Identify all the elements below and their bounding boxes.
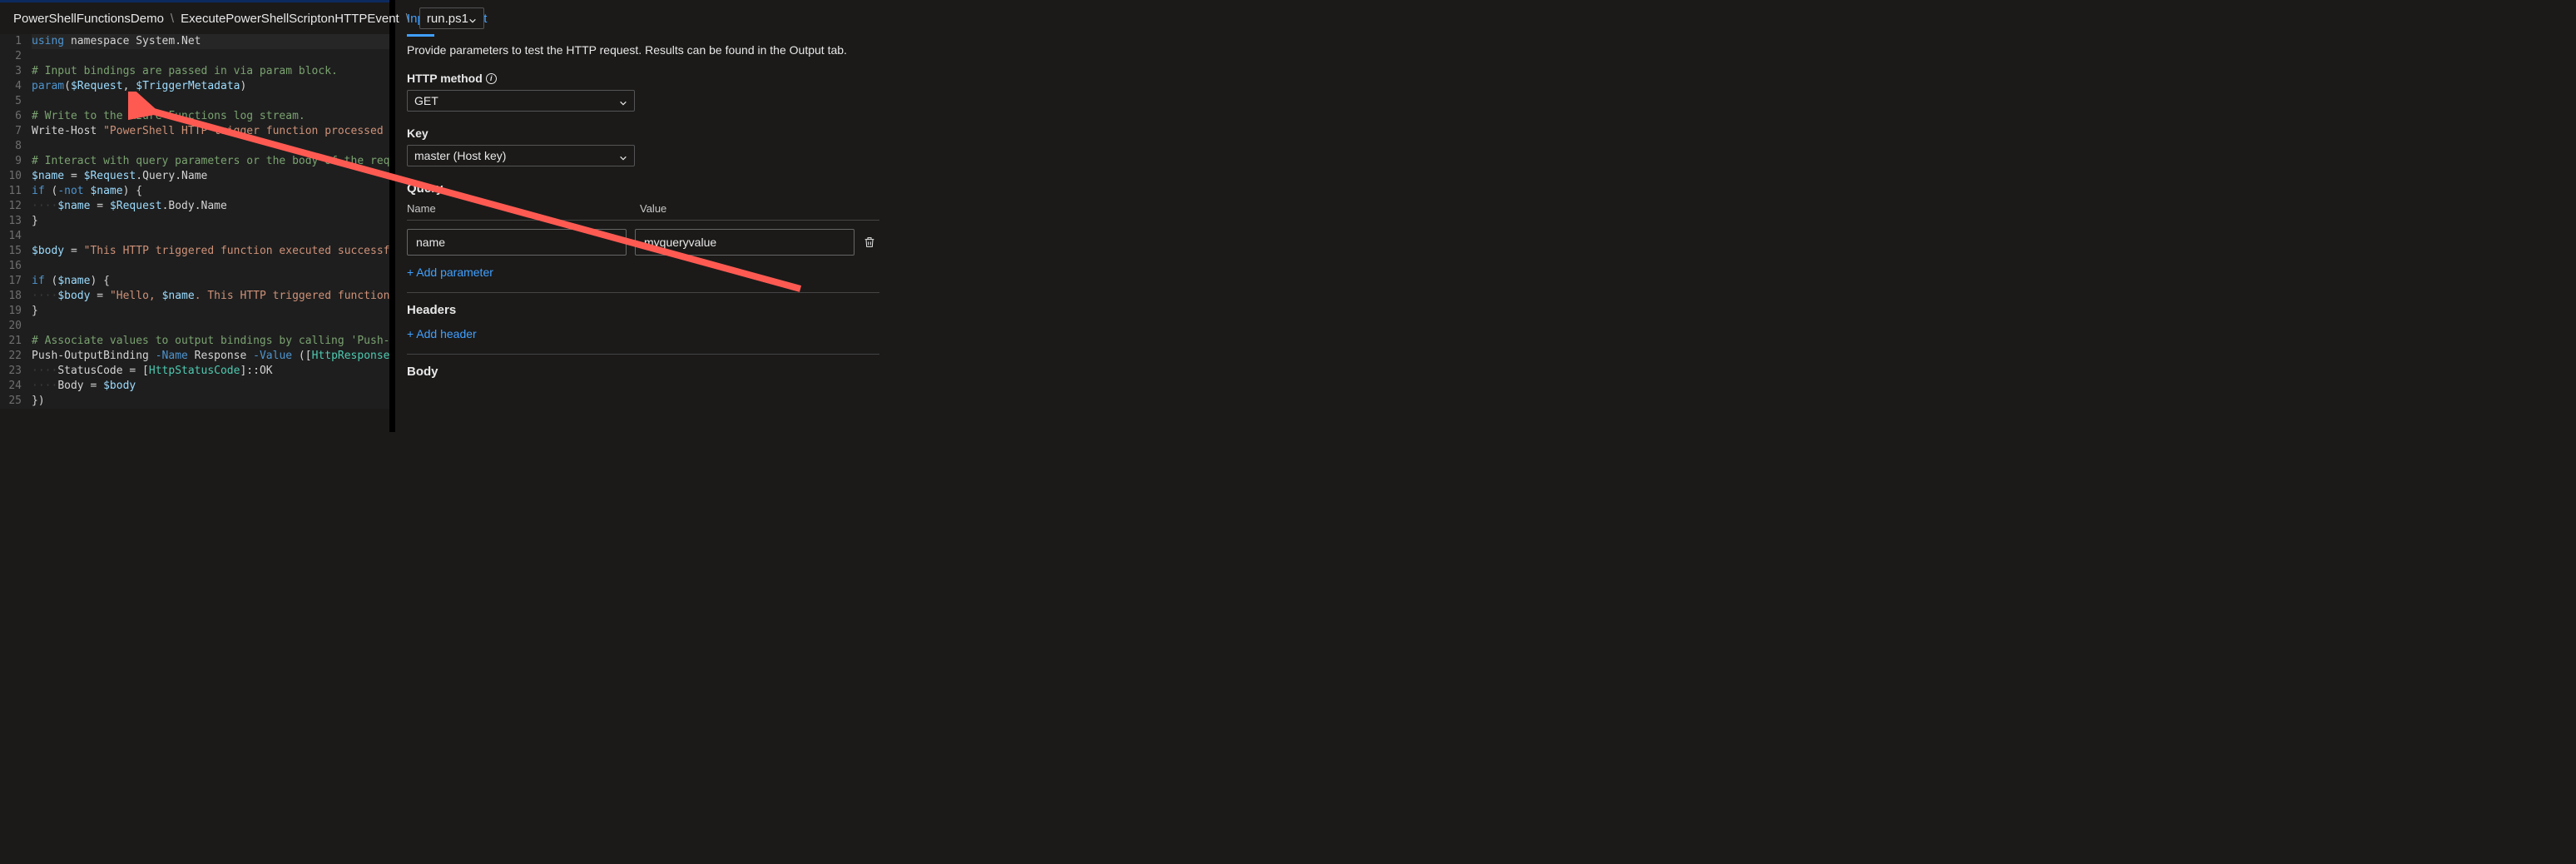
query-section-label: Query	[407, 181, 879, 196]
chevron-down-icon	[619, 97, 627, 105]
test-panel: Input Output Provide parameters to test …	[395, 0, 891, 432]
query-value-field[interactable]	[635, 229, 855, 256]
panel-divider[interactable]	[389, 0, 395, 432]
line-number-gutter: 1234567891011121314151617181920212223242…	[0, 34, 27, 409]
info-icon[interactable]: i	[486, 73, 497, 84]
file-selector-value: run.ps1	[427, 12, 468, 26]
key-label: Key	[407, 127, 879, 140]
query-param-row	[407, 229, 879, 256]
headers-section-label: Headers	[407, 303, 879, 317]
chevron-down-icon	[468, 14, 477, 22]
breadcrumb-root[interactable]: PowerShellFunctionsDemo	[13, 12, 164, 26]
http-method-label: HTTP method i	[407, 72, 879, 85]
code-content[interactable]: using namespace System.Net# Input bindin…	[27, 34, 389, 409]
query-header-value: Value	[640, 202, 879, 215]
panel-description: Provide parameters to test the HTTP requ…	[407, 43, 879, 57]
code-editor[interactable]: 1234567891011121314151617181920212223242…	[0, 34, 389, 409]
trash-icon[interactable]	[863, 236, 876, 249]
query-header-name: Name	[407, 202, 640, 215]
query-name-field[interactable]	[407, 229, 627, 256]
file-selector[interactable]: run.ps1	[419, 7, 484, 29]
breadcrumb: PowerShellFunctionsDemo \ ExecutePowerSh…	[0, 2, 389, 34]
http-method-value: GET	[414, 94, 438, 107]
http-method-select[interactable]: GET	[407, 90, 635, 112]
breadcrumb-function[interactable]: ExecutePowerShellScriptonHTTPEvent	[181, 12, 399, 26]
add-header-link[interactable]: + Add header	[407, 324, 879, 349]
add-parameter-link[interactable]: + Add parameter	[407, 262, 879, 287]
breadcrumb-sep: \	[167, 12, 177, 26]
key-value: master (Host key)	[414, 149, 506, 162]
body-section-label: Body	[407, 365, 879, 379]
breadcrumb-sep: \	[403, 12, 413, 26]
key-select[interactable]: master (Host key)	[407, 145, 635, 166]
chevron-down-icon	[619, 151, 627, 160]
